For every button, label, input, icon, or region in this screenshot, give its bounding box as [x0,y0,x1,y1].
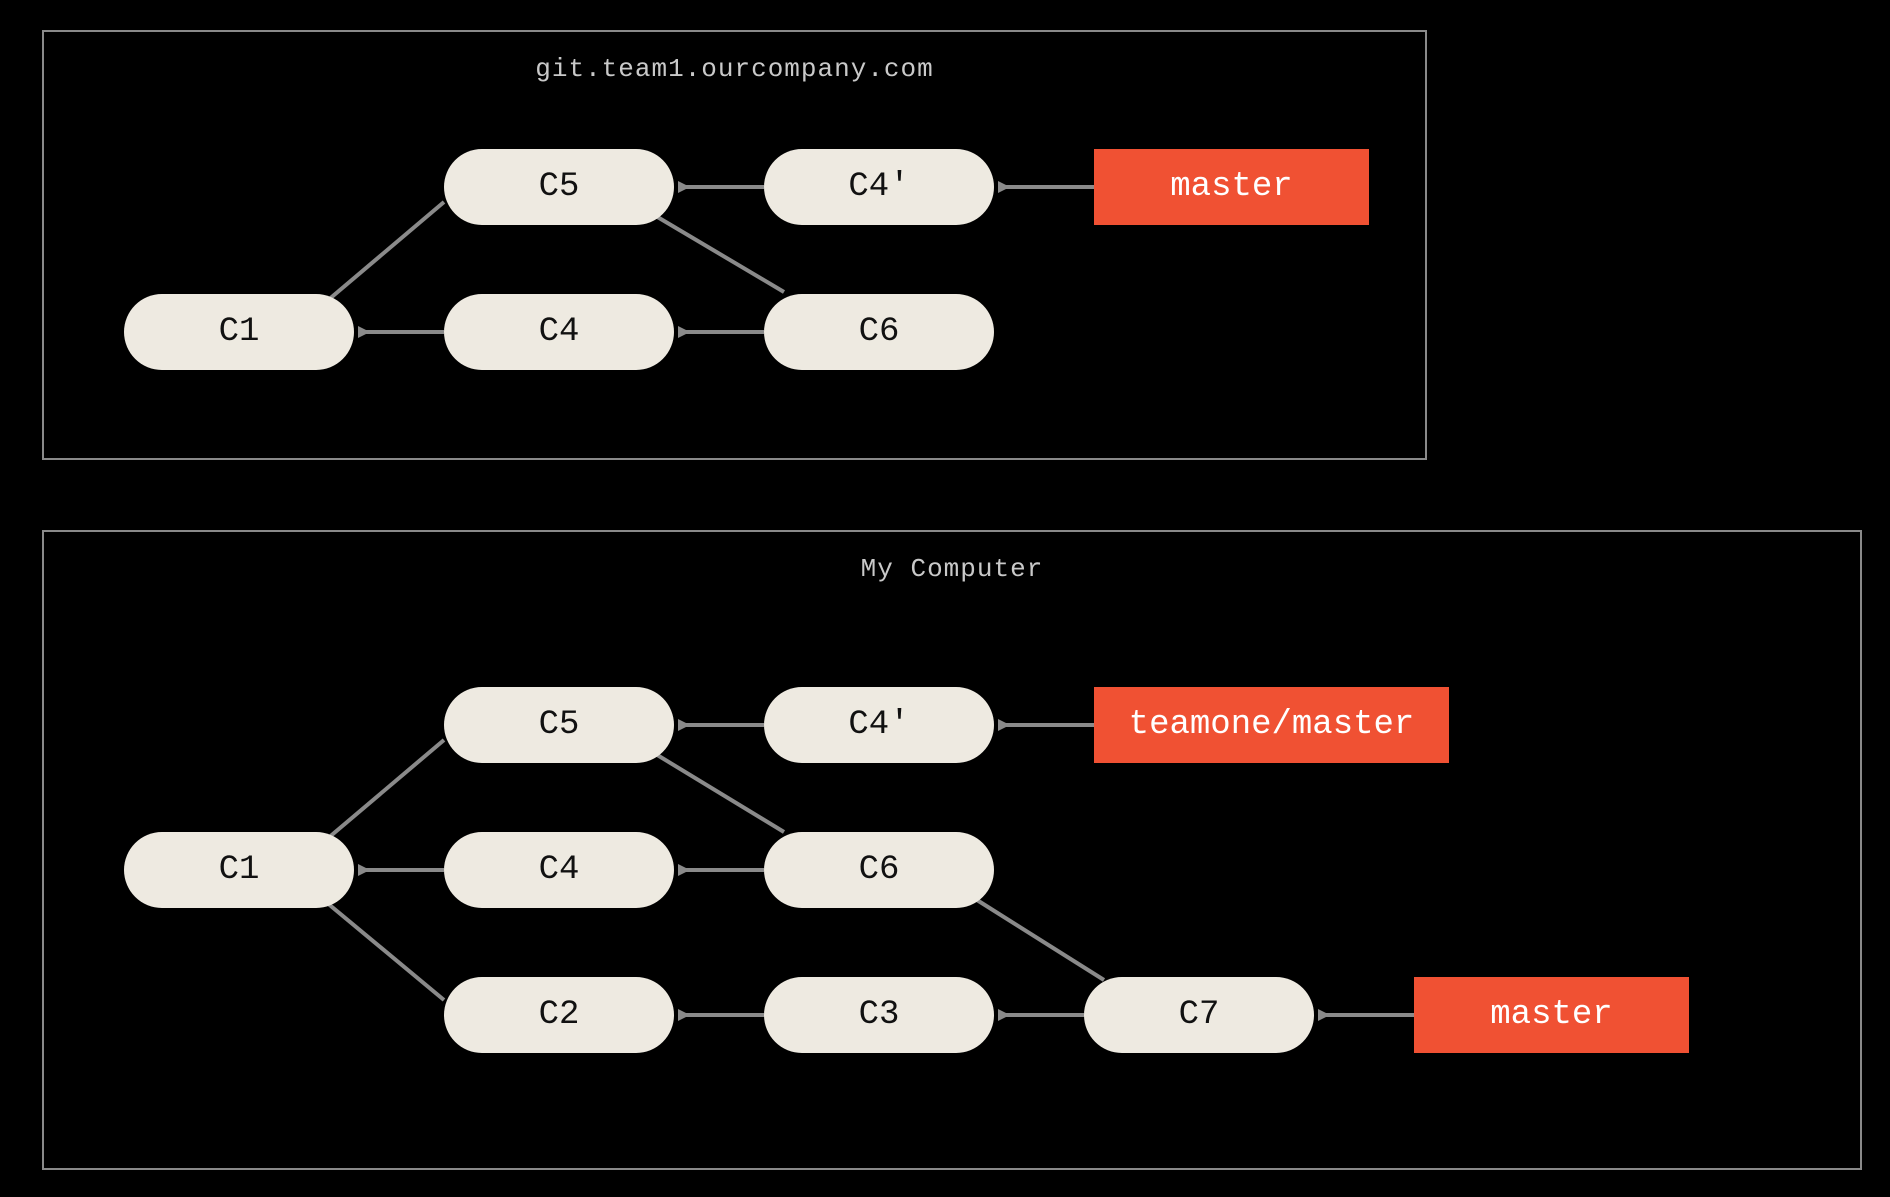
edge-c7-c6 [969,895,1104,980]
diagram-canvas: git.team1.ourcompany.com C1 C5 C4 C4' [0,0,1890,1197]
local-commit-c4p: C4' [764,687,994,763]
edge-c6-c5 [649,212,784,292]
remote-edges [44,32,1429,462]
local-commit-c5: C5 [444,687,674,763]
edge-c5-c1 [314,202,444,312]
local-panel-title: My Computer [44,554,1860,584]
remote-commit-c6: C6 [764,294,994,370]
remote-commit-c5: C5 [444,149,674,225]
local-ref-master: master [1414,977,1689,1053]
local-commit-c7: C7 [1084,977,1314,1053]
remote-panel-title: git.team1.ourcompany.com [44,54,1425,84]
local-commit-c3: C3 [764,977,994,1053]
edge-c5-c1 [314,740,444,850]
local-ref-teamone-master: teamone/master [1094,687,1449,763]
edge-c6-c5 [649,750,784,832]
local-commit-c6: C6 [764,832,994,908]
local-commit-c2: C2 [444,977,674,1053]
remote-panel: git.team1.ourcompany.com C1 C5 C4 C4' [42,30,1427,460]
local-panel: My Computer [42,530,1862,1170]
remote-commit-c4p: C4' [764,149,994,225]
remote-commit-c1: C1 [124,294,354,370]
edge-c2-c1 [314,892,444,1000]
local-commit-c4: C4 [444,832,674,908]
local-commit-c1: C1 [124,832,354,908]
remote-commit-c4: C4 [444,294,674,370]
remote-ref-master: master [1094,149,1369,225]
